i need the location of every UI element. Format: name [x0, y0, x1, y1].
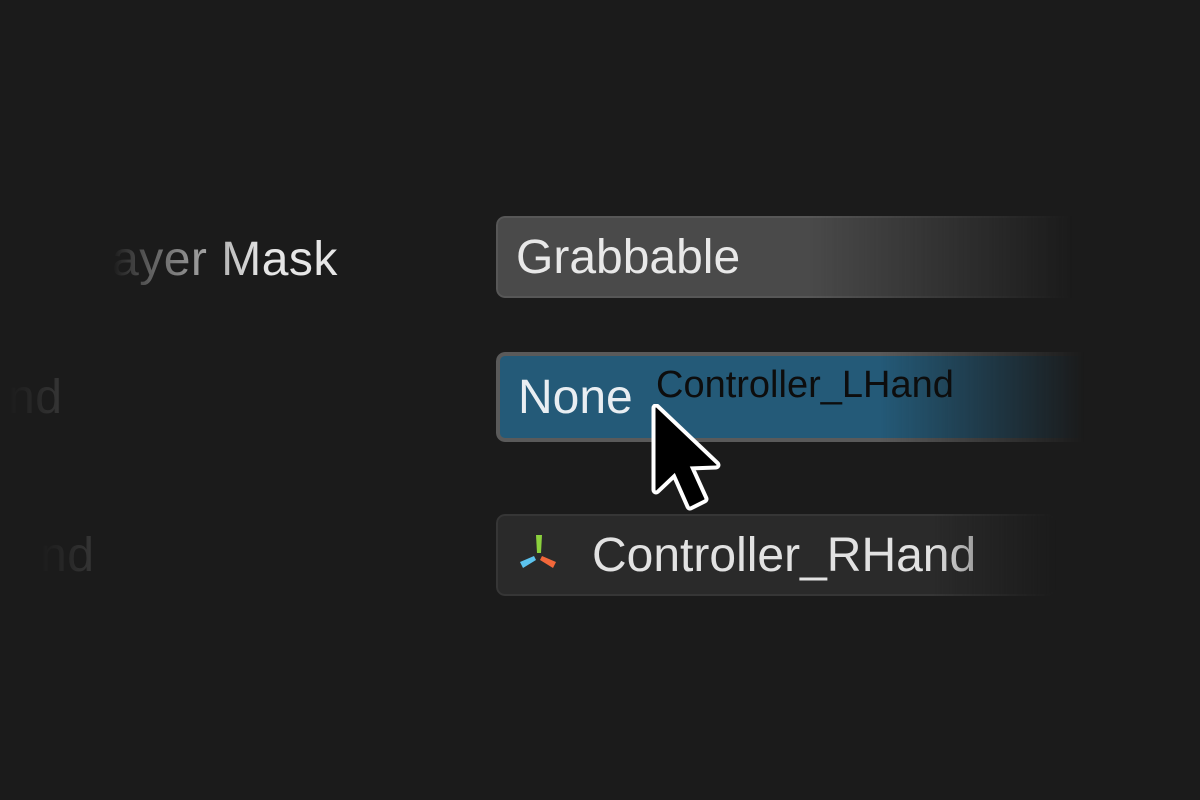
- inspector-panel: ayer Mask nd nd Grabbable None Controlle…: [0, 0, 1200, 800]
- layer-mask-value: Grabbable: [516, 230, 741, 284]
- right-hand-object-field[interactable]: Controller_RHand: [496, 514, 1056, 596]
- layer-mask-label: ayer Mask: [112, 233, 338, 286]
- left-hand-label: nd: [8, 371, 63, 424]
- left-hand-value: None: [518, 370, 633, 424]
- right-hand-label: nd: [40, 529, 95, 582]
- mouse-pointer-icon: [651, 404, 721, 511]
- dragged-object-label: Controller_LHand: [656, 364, 954, 406]
- layer-mask-dropdown[interactable]: Grabbable: [496, 216, 1096, 298]
- rig-armature-icon: [520, 535, 556, 568]
- right-hand-value: Controller_RHand: [592, 528, 977, 582]
